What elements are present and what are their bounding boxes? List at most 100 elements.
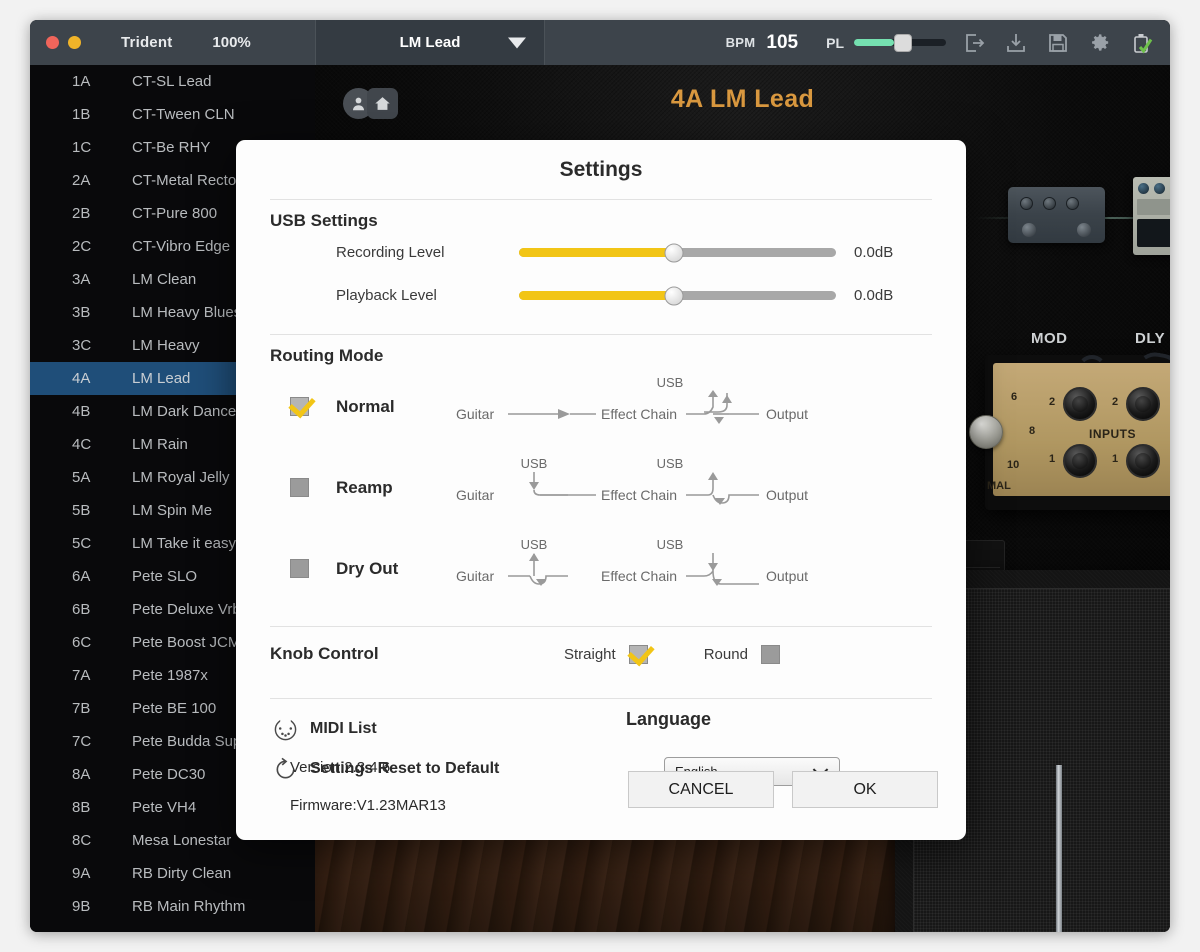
amp-head[interactable]: 6 8 10 MAL 2 1 2 1 INPUTS (985, 355, 1170, 510)
recording-level-slider[interactable] (519, 248, 836, 257)
cancel-button[interactable]: CANCEL (628, 771, 774, 808)
routing-mode-reamp-row[interactable]: Reamp Guitar USB Effect Chain USB Output (236, 447, 966, 528)
preset-name: LM Heavy (132, 337, 200, 354)
pedal-dly-plate (1137, 199, 1170, 215)
knob-control-round-checkbox[interactable] (761, 645, 780, 664)
close-window-button[interactable] (46, 36, 59, 49)
playback-level-row: Playback Level 0.0dB (236, 274, 966, 317)
amp-inputs-label: INPUTS (1089, 427, 1136, 441)
pedal-mod-knobs (1020, 197, 1079, 210)
routing-mode-reamp-label: Reamp (336, 478, 446, 498)
recording-level-slider-fill (519, 248, 674, 257)
playback-level-slider-thumb[interactable] (665, 286, 684, 305)
preset-row[interactable]: 1ACT-SL Lead (30, 65, 315, 98)
preset-name: CT-Pure 800 (132, 205, 217, 222)
preset-row[interactable]: 1BCT-Tween CLN (30, 98, 315, 131)
pl-slider-thumb[interactable] (894, 34, 912, 52)
preset-name: CT-Vibro Edge (132, 238, 230, 255)
preset-name: CT-Be RHY (132, 139, 210, 156)
pl-slider[interactable] (854, 39, 946, 46)
gear-icon[interactable] (1086, 29, 1114, 57)
preset-id: 9B (72, 898, 132, 915)
chevron-down-icon (508, 37, 526, 48)
routing-mode-normal-checkbox[interactable] (290, 397, 309, 416)
usb-check-icon[interactable] (1128, 29, 1156, 57)
knob-control-round-option[interactable]: Round (704, 645, 780, 664)
preset-name: RB Main Rhythm (132, 898, 245, 915)
pedal-dly[interactable] (1133, 177, 1170, 255)
download-icon[interactable] (1002, 29, 1030, 57)
amp-input-jack[interactable] (1063, 444, 1097, 478)
preset-id: 1B (72, 106, 132, 123)
diagram-node-guitar: Guitar (456, 487, 494, 503)
amp-input-number: 1 (1049, 453, 1055, 465)
midi-din-icon (270, 714, 301, 745)
window-controls (30, 36, 81, 49)
preset-id: 1C (72, 139, 132, 156)
preset-row[interactable]: 9ARB Dirty Clean (30, 857, 315, 890)
usb-settings-heading: USB Settings (236, 200, 966, 231)
diagram-node-usb: USB (657, 537, 684, 552)
diagram-node-effect-chain: Effect Chain (601, 568, 677, 584)
preset-id: 3C (72, 337, 132, 354)
amp-input-jack[interactable] (1126, 444, 1160, 478)
preset-name: LM Royal Jelly (132, 469, 230, 486)
routing-mode-dryout-checkbox[interactable] (290, 559, 309, 578)
routing-mode-reamp-checkbox[interactable] (290, 478, 309, 497)
preset-id: 7C (72, 733, 132, 750)
diagram-node-usb: USB (521, 456, 548, 471)
version-text: Version:2.3.4.6 (290, 759, 446, 776)
diagram-node-usb: USB (657, 375, 684, 390)
knob-control-straight-checkbox[interactable] (629, 645, 648, 664)
pedal-label-mod: MOD (1031, 330, 1068, 347)
preset-name: Mesa Lonestar (132, 832, 231, 849)
preset-id: 8B (72, 799, 132, 816)
pedal-mod[interactable] (1008, 187, 1105, 243)
save-icon[interactable] (1044, 29, 1072, 57)
preset-name: LM Clean (132, 271, 196, 288)
diagram-node-output: Output (766, 406, 808, 422)
amp-knob[interactable] (969, 415, 1003, 449)
preset-id: 5B (72, 502, 132, 519)
bpm-value[interactable]: 105 (766, 32, 798, 54)
knob-control-straight-option[interactable]: Straight (564, 645, 648, 664)
minimize-window-button[interactable] (68, 36, 81, 49)
preset-id: 2B (72, 205, 132, 222)
preset-id: 2C (72, 238, 132, 255)
preset-selector-dropdown[interactable]: LM Lead (315, 20, 545, 65)
preset-name: CT-SL Lead (132, 73, 212, 90)
preset-id: 6C (72, 634, 132, 651)
playback-level-slider[interactable] (519, 291, 836, 300)
preset-id: 3B (72, 304, 132, 321)
preset-selector-label: LM Lead (400, 34, 461, 51)
preset-id: 8A (72, 766, 132, 783)
zoom-level-label[interactable]: 100% (212, 34, 250, 51)
diagram-node-effect-chain: Effect Chain (601, 487, 677, 503)
export-icon[interactable] (960, 29, 988, 57)
knob-icon (1043, 197, 1056, 210)
diagram-node-effect-chain: Effect Chain (601, 406, 677, 422)
preset-id: 4B (72, 403, 132, 420)
preset-name: LM Rain (132, 436, 188, 453)
preset-row[interactable]: 9BRB Main Rhythm (30, 890, 315, 923)
routing-mode-dryout-row[interactable]: Dry Out Guitar USB Effect Chain USB Outp… (236, 528, 966, 609)
routing-mode-normal-row[interactable]: Normal Guitar Effect Chain USB Output (236, 366, 966, 447)
preset-name: Pete 1987x (132, 667, 208, 684)
routing-mode-normal-label: Normal (336, 397, 446, 417)
title-bar-right-controls: BPM 105 PL (726, 20, 1156, 65)
midi-list-row[interactable]: MIDI List (270, 709, 966, 749)
ok-button[interactable]: OK (792, 771, 938, 808)
preset-id: 4A (72, 370, 132, 387)
preset-id: 5A (72, 469, 132, 486)
preset-id: 3A (72, 271, 132, 288)
preset-name: LM Spin Me (132, 502, 212, 519)
recording-level-slider-thumb[interactable] (665, 243, 684, 262)
preset-name: CT-Tween CLN (132, 106, 235, 123)
knob-control-row: Knob Control Straight Round (236, 627, 966, 681)
preset-id: 6A (72, 568, 132, 585)
knob-control-straight-label: Straight (564, 646, 616, 663)
amp-knob-number: 6 (1011, 391, 1017, 403)
routing-diagram-reamp: Guitar USB Effect Chain USB Output (446, 454, 966, 521)
preset-name: RB Dirty Clean (132, 865, 231, 882)
footswitch-icon (1022, 223, 1036, 237)
